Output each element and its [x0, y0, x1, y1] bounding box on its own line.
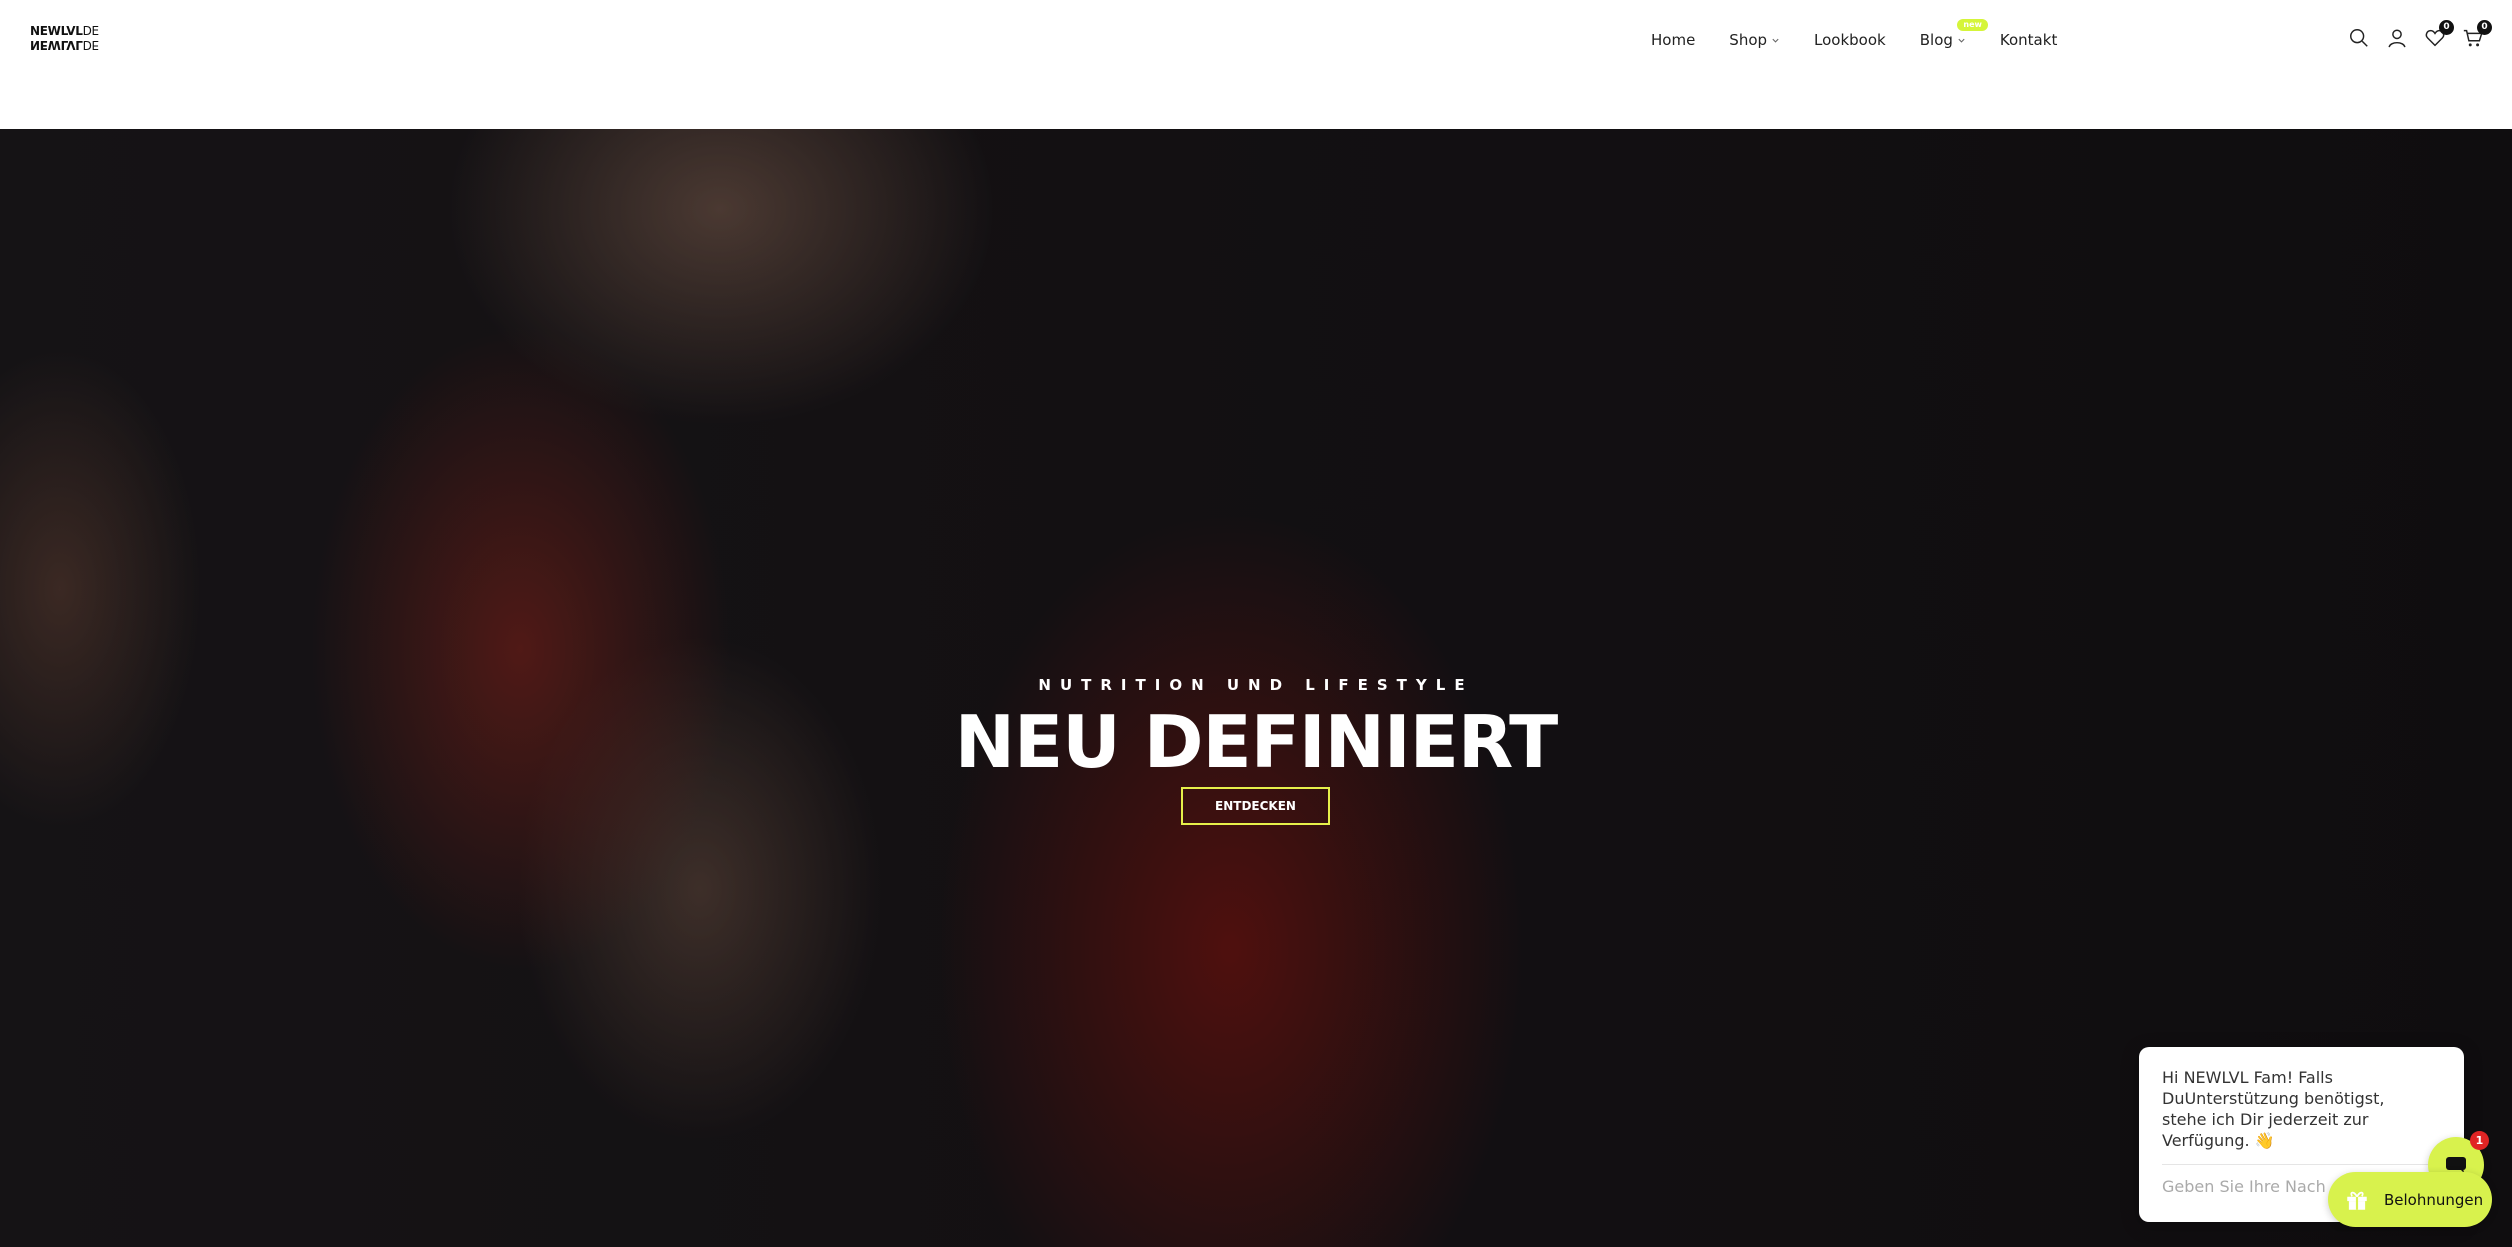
chevron-down-icon	[1958, 38, 1965, 43]
nav-shop-label: Shop	[1729, 31, 1768, 49]
chat-message-input[interactable]	[2162, 1177, 2327, 1196]
chat-unread-badge: 1	[2470, 1131, 2489, 1150]
nav-home-label: Home	[1651, 31, 1696, 49]
chevron-down-icon	[1772, 38, 1779, 43]
cart-button[interactable]: 0	[2460, 20, 2492, 51]
search-button[interactable]	[2346, 25, 2372, 51]
chat-greeting: Hi NEWLVL Fam! Falls DuUnterstützung ben…	[2162, 1068, 2385, 1150]
rewards-button[interactable]: Belohnungen	[2328, 1172, 2492, 1227]
cart-count: 0	[2477, 20, 2492, 35]
new-badge: new	[1957, 19, 1988, 31]
site-header: NEWLVLDE NEWLVLDE Home Shop Lookbook Blo…	[0, 0, 2512, 129]
nav-shop[interactable]: Shop	[1729, 31, 1780, 49]
hero-title: NEU DEFINIERT	[954, 700, 1558, 784]
search-icon	[2350, 29, 2368, 47]
hero-subtitle: NUTRITION UND LIFESTYLE	[1038, 676, 1474, 694]
divider	[2162, 1164, 2441, 1165]
site-logo[interactable]: NEWLVLDE NEWLVLDE	[30, 25, 102, 53]
nav-kontakt-label: Kontakt	[1999, 31, 2058, 49]
hero-banner: NUTRITION UND LIFESTYLE NEU DEFINIERT EN…	[0, 129, 2512, 1247]
rewards-label: Belohnungen	[2384, 1190, 2484, 1209]
logo-line: NEWLVLDE	[30, 24, 99, 38]
account-button[interactable]	[2384, 25, 2410, 51]
nav-lookbook-label: Lookbook	[1814, 31, 1886, 49]
nav-home[interactable]: Home	[1651, 31, 1695, 49]
wishlist-button[interactable]: 0	[2422, 20, 2454, 51]
nav-lookbook[interactable]: Lookbook	[1814, 31, 1886, 49]
nav-blog[interactable]: Blog new	[1919, 19, 1988, 49]
nav-blog-label: Blog	[1919, 31, 1953, 49]
header-actions: 0 0	[2346, 20, 2492, 54]
main-nav: Home Shop Lookbook Blog new Kontakt	[1651, 19, 2057, 52]
discover-button[interactable]: ENTDECKEN	[1181, 787, 1330, 825]
user-icon	[2388, 29, 2406, 48]
gift-icon	[2347, 1191, 2367, 1210]
nav-kontakt[interactable]: Kontakt	[2000, 31, 2057, 49]
logo-line-mirrored: NEWLVLDE	[30, 38, 99, 52]
wishlist-count: 0	[2439, 20, 2454, 35]
